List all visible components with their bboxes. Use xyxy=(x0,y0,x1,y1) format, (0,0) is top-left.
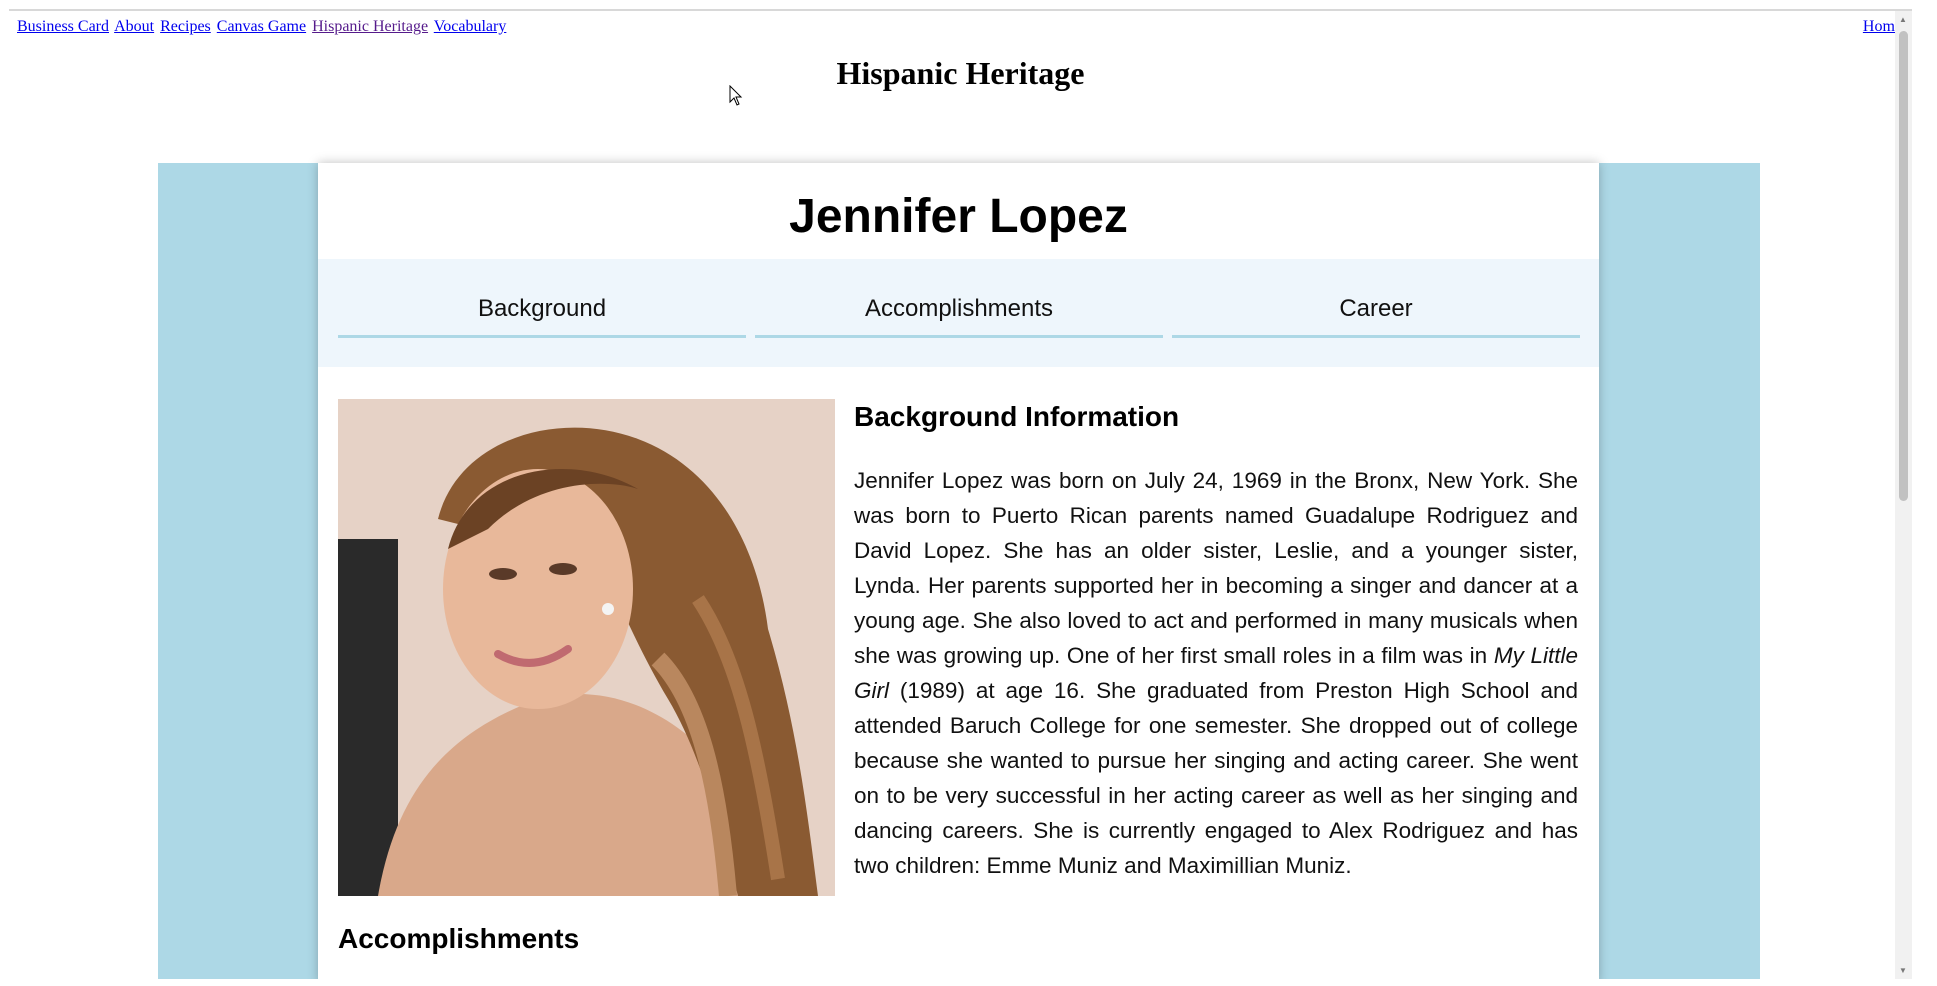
nav-link-hispanic-heritage[interactable]: Hispanic Heritage xyxy=(312,18,428,35)
nav-link-about[interactable]: About xyxy=(114,18,154,35)
page-title: Hispanic Heritage xyxy=(836,55,1085,91)
tab-career[interactable]: Career xyxy=(1172,291,1580,338)
portrait-illustration xyxy=(338,399,835,896)
mouse-cursor-icon xyxy=(729,85,743,106)
nav-link-business-card[interactable]: Business Card xyxy=(17,18,109,35)
profile-photo xyxy=(338,399,835,896)
background-text-part-2: (1989) at age 16. She graduated from Pre… xyxy=(854,678,1578,878)
scrollbar-thumb[interactable] xyxy=(1899,31,1908,501)
accomplishments-heading: Accomplishments xyxy=(338,923,580,954)
vertical-scrollbar[interactable]: ▲ ▼ xyxy=(1895,11,1912,979)
top-navigation: Business Card About Recipes Canvas Game … xyxy=(17,18,508,36)
tab-bar: Background Accomplishments Career xyxy=(318,259,1599,367)
background-heading: Background Information xyxy=(854,401,1180,432)
scroll-down-arrow-icon[interactable]: ▼ xyxy=(1899,966,1907,975)
profile-card: Jennifer Lopez Background Accomplishment… xyxy=(318,163,1599,979)
nav-link-vocabulary[interactable]: Vocabulary xyxy=(434,18,507,35)
nav-link-recipes[interactable]: Recipes xyxy=(160,18,211,35)
scroll-up-arrow-icon[interactable]: ▲ xyxy=(1899,15,1907,24)
browser-viewport: Business Card About Recipes Canvas Game … xyxy=(9,9,1912,979)
nav-link-canvas-game[interactable]: Canvas Game xyxy=(217,18,306,35)
profile-name: Jennifer Lopez xyxy=(789,190,1128,243)
background-paragraph: Jennifer Lopez was born on July 24, 1969… xyxy=(854,463,1578,883)
tab-background[interactable]: Background xyxy=(338,291,746,338)
background-text-part-1: Jennifer Lopez was born on July 24, 1969… xyxy=(854,468,1578,668)
tab-accomplishments[interactable]: Accomplishments xyxy=(755,291,1163,338)
